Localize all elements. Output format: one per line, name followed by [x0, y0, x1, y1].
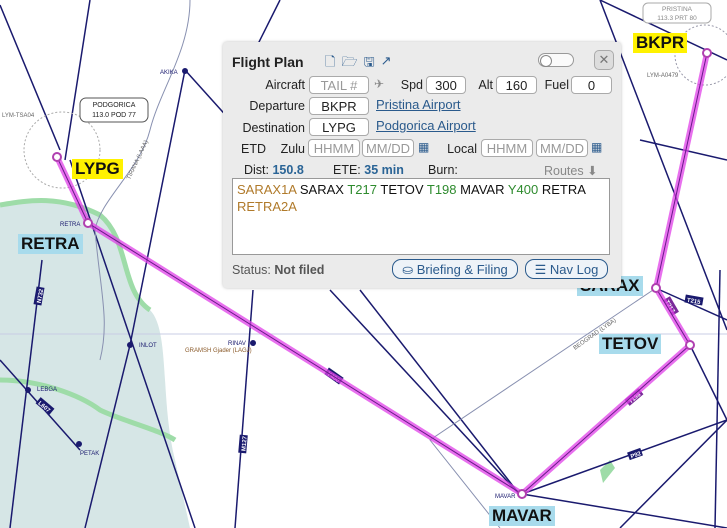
waypoint-label-lypg[interactable]: LYPG [72, 159, 123, 179]
routes-label: Routes [544, 164, 584, 178]
speed-input[interactable]: 300 [426, 76, 466, 94]
save-icon[interactable]: 🖫 [364, 53, 375, 75]
destination-airport-link[interactable]: Podgorica Airport [376, 118, 476, 133]
airway-tag-t215: T215 [686, 298, 701, 306]
routes-dropdown[interactable]: Routes ⬇ [544, 163, 598, 178]
fuel-label: Fuel [544, 78, 569, 92]
new-file-icon[interactable]: 🗋 [325, 53, 335, 75]
navaid-podgorica-freq: 113.0 POD 77 [92, 112, 136, 119]
destination-label: Destination [242, 121, 305, 135]
status-value: Not filed [274, 263, 325, 277]
fix-label-inlot: INLOT [139, 343, 157, 349]
briefing-label: Briefing & Filing [416, 262, 508, 277]
fix-label-lebga: LEBGA [37, 387, 57, 393]
ete: ETE: 35 min [333, 163, 404, 177]
ete-value: 35 min [364, 163, 404, 177]
altitude-label: Alt [478, 78, 493, 92]
briefing-icon: ⛀ [402, 262, 414, 277]
waypoint-marker-tetov [685, 340, 695, 350]
calendar-icon[interactable]: ▦ [591, 140, 602, 154]
zulu-label: Zulu [280, 142, 305, 156]
aircraft-label: Aircraft [265, 78, 305, 92]
route-token-fix: RETRA [541, 182, 586, 197]
list-icon: ☰ [534, 262, 547, 277]
fix-label-akika: AKIKA [160, 70, 178, 76]
airspace-label-a0479: LYM-A0479 [647, 73, 679, 79]
route-token-fix: MAVAR [460, 182, 505, 197]
waypoint-label-mavar[interactable]: MAVAR [489, 506, 555, 526]
status: Status: Not filed [232, 263, 324, 277]
route-token-fix: TETOV [380, 182, 424, 197]
route-token-procedure: SARAX1A [237, 182, 297, 197]
ete-label: ETE: [333, 163, 361, 177]
fix-label-mavar-small: MAVAR [495, 494, 516, 500]
destination-input[interactable]: LYPG [309, 118, 369, 136]
airway-tag-m127: M127 [241, 435, 248, 451]
waypoint-label-tetov[interactable]: TETOV [599, 334, 662, 354]
local-date-input[interactable]: MM/DD [536, 139, 588, 157]
fix-label-petak: PETAK [80, 451, 99, 457]
calendar-icon[interactable]: ▦ [418, 140, 429, 154]
altitude-input[interactable]: 160 [496, 76, 537, 94]
share-icon[interactable]: ↗ [381, 53, 392, 75]
panel-title: Flight Plan [232, 54, 304, 70]
area-label-gramsh: GRAMSH Gjader (LAGJ) [185, 348, 252, 354]
close-button[interactable]: ✕ [594, 50, 614, 70]
fix-label-retra-small: RETRA [60, 222, 80, 228]
route-token-airway: T217 [347, 182, 377, 197]
route-token-procedure: RETRA2A [237, 199, 297, 214]
distance-value: 150.8 [272, 163, 304, 177]
etd-label: ETD [241, 142, 266, 156]
departure-label: Departure [249, 99, 305, 113]
burn-label: Burn: [428, 163, 458, 177]
aircraft-input[interactable]: TAIL # [309, 76, 369, 94]
airspace-label-tirana: TIRANA (LAAA) [126, 140, 149, 181]
navaid-pristina-freq: 113.3 PRT 80 [657, 15, 697, 22]
navaid-pristina-name: PRISTINA [662, 6, 693, 13]
route-token-airway: T198 [426, 182, 457, 197]
waypoint-marker-sarax [651, 283, 661, 293]
fuel-input[interactable]: 0 [571, 76, 612, 94]
distance-label: Dist: [244, 163, 269, 177]
waypoint-marker-lypg [52, 152, 62, 162]
navaid-podgorica-name: PODGORICA [93, 102, 136, 109]
open-folder-icon[interactable]: 🗁 [341, 53, 357, 75]
zulu-time-input[interactable]: HHMM [308, 139, 360, 157]
local-label: Local [447, 142, 477, 156]
briefing-filing-button[interactable]: ⛀ Briefing & Filing [392, 259, 518, 279]
waypoint-label-retra[interactable]: RETRA [18, 234, 83, 254]
zulu-date-input[interactable]: MM/DD [362, 139, 414, 157]
waypoint-marker-retra [83, 218, 93, 228]
distance: Dist: 150.8 [244, 163, 304, 177]
waypoint-marker-mavar [517, 489, 527, 499]
route-textarea[interactable]: SARAX1A SARAX T217 TETOV T198 MAVAR Y400… [232, 178, 610, 255]
departure-airport-link[interactable]: Pristina Airport [376, 97, 461, 112]
waypoint-marker-bkpr [702, 48, 712, 58]
nav-log-button[interactable]: ☰ Nav Log [525, 259, 608, 279]
waypoint-label-bkpr[interactable]: BKPR [633, 33, 688, 53]
route-token-airway: Y400 [507, 182, 539, 197]
speed-label: Spd [400, 78, 423, 92]
chevron-down-circle-icon: ⬇ [587, 164, 598, 178]
navlog-label: Nav Log [549, 262, 599, 277]
route-token-fix: SARAX [299, 182, 344, 197]
fix-label-rinav: RINAV [228, 341, 246, 347]
departure-input[interactable]: BKPR [309, 97, 369, 115]
flight-plan-panel: Flight Plan 🗋 🗁 🖫 ↗ ✕ Aircraft TAIL # ✈ … [223, 42, 621, 288]
airspace-label-tsa04: LYM-TSA04 [2, 113, 35, 119]
local-time-input[interactable]: HHMM [481, 139, 533, 157]
status-label: Status: [232, 263, 271, 277]
airplane-icon[interactable]: ✈ [374, 77, 384, 91]
panel-toggle[interactable] [538, 53, 574, 67]
